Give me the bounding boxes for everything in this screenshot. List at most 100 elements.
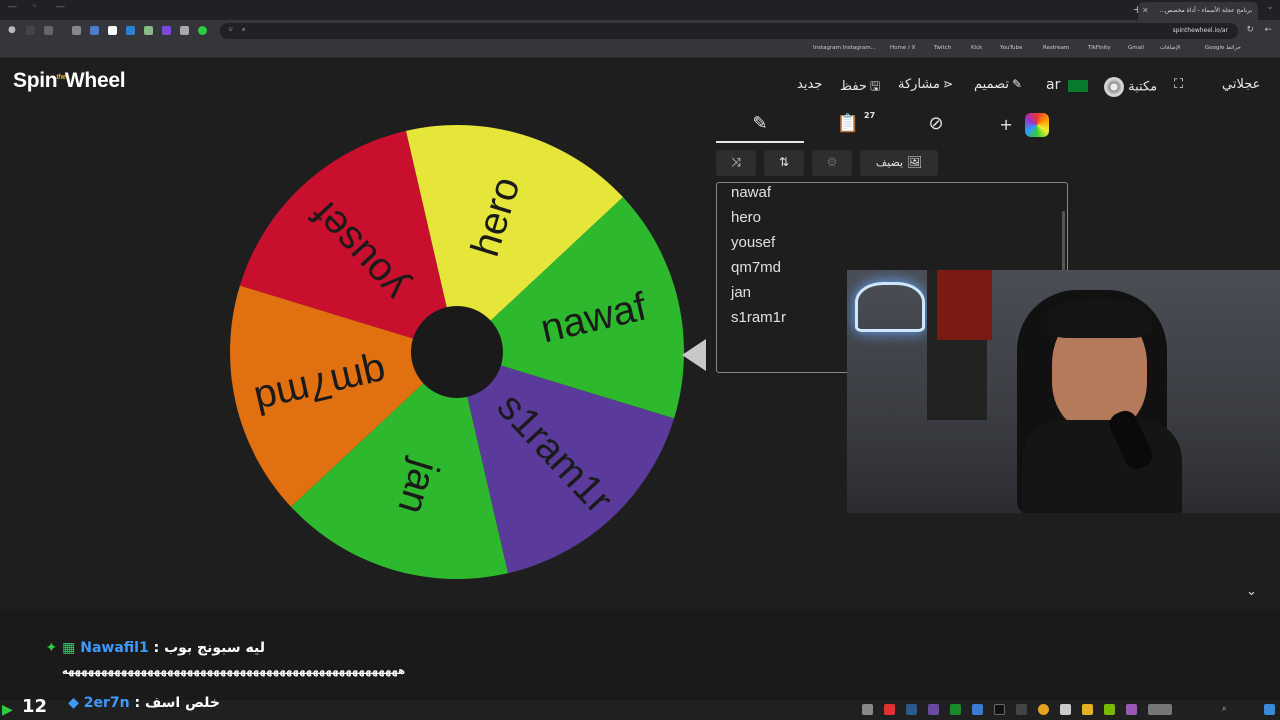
- extension-icon[interactable]: [198, 26, 207, 35]
- app-logo[interactable]: SpintheWheel: [13, 69, 126, 93]
- app-icon[interactable]: [1148, 704, 1172, 715]
- url-text: spinthewheel.io/ar: [1172, 27, 1228, 34]
- extension-icon[interactable]: [72, 26, 81, 35]
- gallery-icon: [1104, 77, 1124, 97]
- reload-icon[interactable]: ↻: [1246, 25, 1254, 35]
- extension-icon[interactable]: [44, 26, 53, 35]
- folder-icon[interactable]: [1082, 704, 1093, 715]
- stream-chat-overlay: ليه سبونج بوب : Nawafil1 ▦ ✦ ههههههههههه…: [0, 610, 1280, 700]
- entry-item: s1ram1r: [731, 309, 787, 326]
- color-wheel-icon: [1024, 113, 1049, 137]
- kick-icon: ▶: [2, 702, 13, 718]
- chevron-down-icon[interactable]: ⌄: [1246, 584, 1257, 599]
- bookmark-extensions[interactable]: الإضافات: [1160, 45, 1181, 51]
- restore-icon[interactable]: ◦: [32, 2, 37, 12]
- language-label: ar: [1046, 77, 1061, 93]
- wheel-center-button[interactable]: [411, 306, 503, 398]
- extension-icon[interactable]: [180, 26, 189, 35]
- neon-bat-sign: [855, 282, 925, 332]
- back-icon[interactable]: ←: [1264, 25, 1272, 35]
- search-icon[interactable]: ⌕: [242, 26, 245, 34]
- spin-wheel[interactable]: heroyousefqm7mdjan s1ram1rnawaf: [230, 125, 684, 579]
- fullscreen-button[interactable]: ⛶: [1174, 77, 1183, 92]
- image-icon: 🖼: [906, 155, 923, 169]
- browser-tab[interactable]: ✕ برنامج عجلة الأسماء - أداة مخصص...: [1138, 2, 1258, 20]
- logo-text-spin: Spin: [13, 69, 58, 92]
- app-icon[interactable]: [928, 704, 939, 715]
- bookmark-restream[interactable]: Restream: [1043, 45, 1069, 51]
- add-image-label: يضيف: [875, 156, 904, 169]
- tab-menu-icon[interactable]: ⌄: [1266, 2, 1274, 12]
- extension-icon[interactable]: ●: [8, 25, 16, 35]
- tab-hide[interactable]: ⊘: [892, 113, 980, 143]
- address-bar[interactable]: ☆ ⌕ spinthewheel.io/ar: [220, 23, 1238, 39]
- app-icon[interactable]: [1126, 704, 1137, 715]
- shuffle-button[interactable]: ⤨: [716, 150, 756, 176]
- my-wheels-button[interactable]: عجلاتي: [1222, 77, 1260, 92]
- nvidia-icon[interactable]: [1104, 704, 1115, 715]
- search-icon[interactable]: ⌕: [1222, 704, 1226, 714]
- app-icon[interactable]: [1060, 704, 1071, 715]
- diamond-icon: ✦: [45, 640, 58, 656]
- new-label: جديد: [797, 77, 823, 92]
- xbox-icon[interactable]: [950, 704, 961, 715]
- extension-icon[interactable]: [26, 26, 35, 35]
- sort-icon: ⇅: [778, 155, 790, 169]
- gallery-label: مكتبة: [1128, 79, 1158, 95]
- extension-icon[interactable]: [126, 26, 135, 35]
- eye-off-icon: ⊘: [928, 113, 944, 134]
- add-image-button[interactable]: 🖼 يضيف: [860, 150, 938, 176]
- wheel-pointer-icon: [682, 339, 706, 371]
- sort-button[interactable]: ⇅: [764, 150, 804, 176]
- chat-message-text: ليه سبونج بوب :: [153, 640, 265, 656]
- star-icon[interactable]: ☆: [228, 26, 233, 33]
- share-label: مشاركة: [898, 77, 940, 92]
- tab-results[interactable]: 📋 27: [804, 111, 892, 143]
- spin-the-wheel-app: SpintheWheel جديد 🖫حفظ ⋖مشاركة ✎تصميم ar…: [0, 58, 1280, 610]
- minimize-icon[interactable]: —: [8, 2, 17, 12]
- design-button[interactable]: ✎تصميم: [974, 77, 1022, 92]
- save-button[interactable]: 🖫حفظ: [840, 77, 880, 98]
- bookmark-youtube[interactable]: YouTube: [1000, 45, 1022, 51]
- results-count-badge: 27: [864, 111, 876, 120]
- bookmark-kick[interactable]: Kick: [971, 45, 982, 51]
- design-label: تصميم: [974, 77, 1009, 92]
- pencil-icon: ✎: [1011, 77, 1023, 91]
- chat-username: 2er7n: [83, 695, 130, 711]
- language-selector[interactable]: ar: [1046, 77, 1089, 93]
- steam-icon[interactable]: [906, 704, 917, 715]
- bookmark-tikfinity[interactable]: TikFinity: [1088, 45, 1111, 51]
- tab-entries[interactable]: ✎: [716, 113, 804, 143]
- bookmark-instagram[interactable]: Instagram Instagram...: [813, 45, 876, 51]
- share-button[interactable]: ⋖مشاركة: [898, 77, 953, 92]
- start-icon[interactable]: [1264, 704, 1275, 715]
- tiktok-icon[interactable]: [994, 704, 1005, 715]
- bookmark-gmail[interactable]: Gmail: [1128, 45, 1144, 51]
- settings-button[interactable]: ⚙: [812, 150, 852, 176]
- chat-message: ليه سبونج بوب : Nawafil1 ▦ ✦: [46, 640, 265, 656]
- gallery-button[interactable]: مكتبة: [1104, 77, 1157, 97]
- entry-item: hero: [731, 209, 762, 226]
- browser-tab-bar: — ◦ — + ✕ برنامج عجلة الأسماء - أداة مخص…: [0, 0, 1280, 20]
- streamer-hair: [1047, 298, 1152, 338]
- extension-icon[interactable]: [108, 26, 117, 35]
- extension-icon[interactable]: [162, 26, 171, 35]
- tab-customize[interactable]: +: [980, 113, 1068, 143]
- bookmark-twitch[interactable]: Twitch: [934, 45, 951, 51]
- app-icon[interactable]: [1016, 704, 1027, 715]
- extension-icon[interactable]: [90, 26, 99, 35]
- close-tab-icon[interactable]: ✕: [1142, 6, 1149, 15]
- bookmark-google-maps[interactable]: Google خرائط: [1205, 45, 1241, 51]
- app-icon[interactable]: [884, 704, 895, 715]
- bookmark-x[interactable]: Home / X: [890, 45, 915, 51]
- entry-item: yousef: [731, 234, 776, 251]
- webcam-overlay: [847, 270, 1280, 513]
- new-button[interactable]: جديد: [797, 77, 822, 92]
- extension-icon[interactable]: [144, 26, 153, 35]
- chat-message-text: هههههههههههههههههههههههههههههههههههههههه…: [62, 666, 406, 677]
- close-window-icon[interactable]: —: [56, 2, 65, 12]
- chrome-icon[interactable]: [1038, 704, 1049, 715]
- streamer-shirt: [1022, 420, 1182, 513]
- app-icon[interactable]: [972, 704, 983, 715]
- settings-icon[interactable]: [862, 704, 873, 715]
